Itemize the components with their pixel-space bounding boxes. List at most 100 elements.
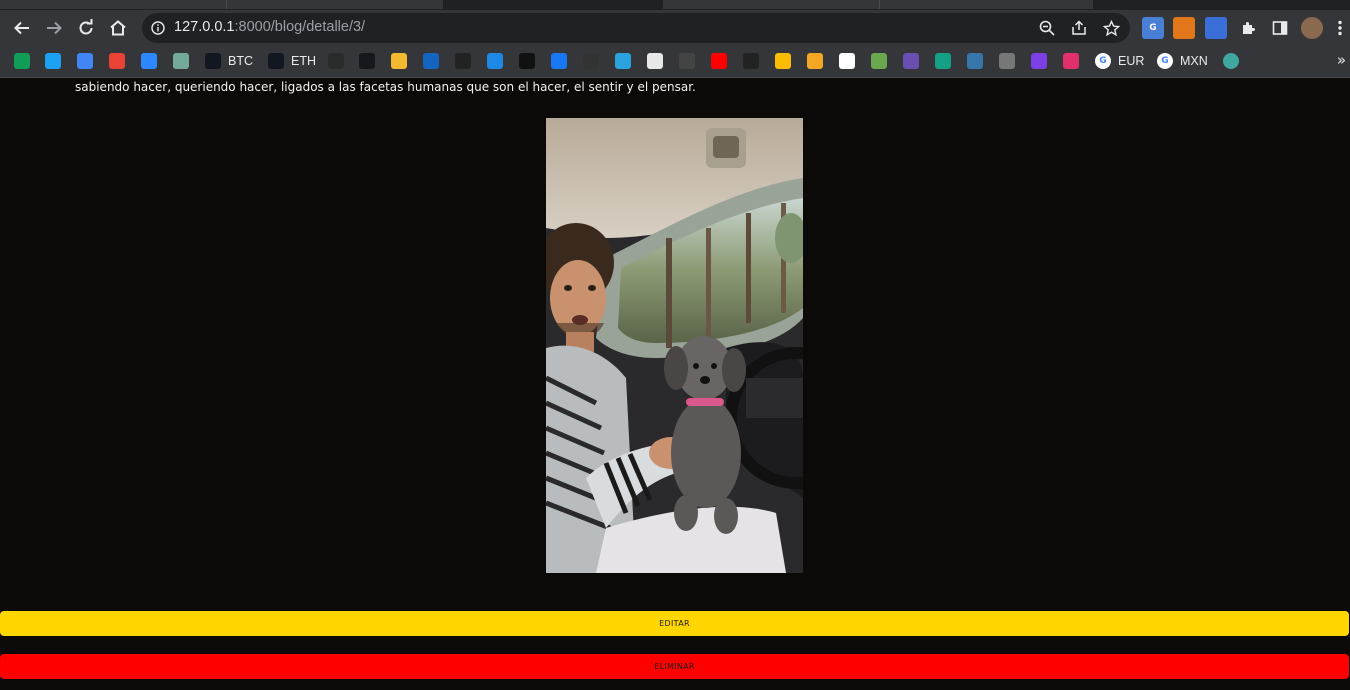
metamask-extension-icon[interactable] [1173, 17, 1195, 39]
zoom-icon[interactable] [1037, 18, 1057, 38]
bookmark-item[interactable] [807, 52, 823, 70]
bookmark-item[interactable] [1031, 52, 1047, 70]
python-icon [967, 53, 983, 69]
bookmark-item[interactable] [328, 52, 344, 70]
google-icon: G [1157, 53, 1173, 69]
delete-button[interactable]: ELIMINAR [0, 654, 1349, 679]
bookmark-item[interactable] [487, 52, 503, 70]
site-info-icon[interactable] [150, 20, 166, 36]
share-icon[interactable] [1069, 18, 1089, 38]
home-button[interactable] [104, 14, 132, 42]
post-body-text: sabiendo hacer, queriendo hacer, ligados… [75, 80, 696, 94]
bookmark-item[interactable] [141, 52, 157, 70]
bookmark-item[interactable] [999, 52, 1015, 70]
translate-icon [77, 53, 93, 69]
bookmark-item[interactable] [967, 52, 983, 70]
bookmark-label: MXN [1180, 54, 1208, 68]
bookmark-item[interactable] [14, 52, 30, 70]
messenger-icon [141, 53, 157, 69]
bookmark-item[interactable] [839, 52, 855, 70]
google-icon: G [1095, 53, 1111, 69]
reload-icon [79, 19, 93, 35]
bookmark-item[interactable] [45, 52, 61, 70]
app-icon [647, 53, 663, 69]
bookmark-star-icon[interactable] [1101, 18, 1121, 38]
tab[interactable] [0, 0, 443, 9]
app-icon [679, 53, 695, 69]
tab[interactable] [663, 0, 1093, 9]
youtube-icon [711, 53, 727, 69]
bookmark-item[interactable] [423, 52, 439, 70]
bookmark-item[interactable] [455, 52, 471, 70]
post-image [546, 118, 803, 573]
bookmark-item[interactable] [391, 52, 407, 70]
bookmark-item[interactable] [679, 52, 695, 70]
forward-button[interactable] [40, 14, 68, 42]
q-icon [423, 53, 439, 69]
bookmark-label: EUR [1118, 54, 1145, 68]
bookmark-item[interactable] [551, 52, 567, 70]
bookmark-item[interactable]: BTC [205, 52, 253, 70]
app-icon [455, 53, 471, 69]
binance-icon [391, 53, 407, 69]
tradingview-icon [205, 53, 221, 69]
bookmark-item[interactable] [903, 52, 919, 70]
bookmark-item[interactable] [1223, 52, 1239, 70]
profile-avatar[interactable] [1301, 17, 1323, 39]
tab-separator [226, 0, 227, 9]
bookmark-label: ETH [291, 54, 316, 68]
dot-icon [1223, 53, 1239, 69]
bookmark-item[interactable] [743, 52, 759, 70]
url-text[interactable]: 127.0.0.1:8000/blog/detalle/3/ [174, 19, 365, 35]
back-button[interactable] [8, 14, 36, 42]
side-panel-icon[interactable] [1269, 17, 1291, 39]
sheets-icon [14, 53, 30, 69]
bookmark-item[interactable] [173, 52, 189, 70]
menu-kebab-icon[interactable] [1333, 17, 1347, 39]
investing-icon [583, 53, 599, 69]
extension-icon[interactable] [1205, 17, 1227, 39]
back-arrow-icon [14, 21, 29, 35]
url-host: 127.0.0.1 [174, 19, 235, 35]
more-bookmarks-icon[interactable]: » [1337, 51, 1346, 69]
bookmark-item[interactable]: G EUR [1095, 52, 1144, 70]
globe-icon [999, 53, 1015, 69]
tab-strip [0, 0, 1350, 10]
app-icon [328, 53, 344, 69]
bookmark-item[interactable] [647, 52, 663, 70]
bookmark-item[interactable] [583, 52, 599, 70]
bookmark-item[interactable] [109, 52, 125, 70]
bookmark-item[interactable] [711, 52, 727, 70]
infinity-icon [807, 53, 823, 69]
u-icon [1031, 53, 1047, 69]
bookmark-item[interactable] [615, 52, 631, 70]
address-bar[interactable]: 127.0.0.1:8000/blog/detalle/3/ [142, 13, 1130, 43]
x-icon [903, 53, 919, 69]
bookmark-item[interactable] [871, 52, 887, 70]
bookmark-item[interactable]: ETH [268, 52, 316, 70]
bookmark-item[interactable]: G MXN [1157, 52, 1208, 70]
telegram-icon [615, 53, 631, 69]
url-path: :8000/blog/detalle/3/ [234, 19, 366, 35]
bookmark-item[interactable] [935, 52, 951, 70]
edit-button[interactable]: EDITAR [0, 611, 1349, 636]
github-icon [839, 53, 855, 69]
puzzle-extensions-icon[interactable] [1237, 17, 1259, 39]
translate-extension-icon[interactable]: G [1142, 17, 1164, 39]
forward-arrow-icon [47, 21, 62, 35]
drive-icon [775, 53, 791, 69]
chart-icon [487, 53, 503, 69]
bookmark-item[interactable] [1063, 52, 1079, 70]
bookmark-label: BTC [228, 54, 253, 68]
bookmark-item[interactable] [359, 52, 375, 70]
app-icon [519, 53, 535, 69]
gmail-icon [109, 53, 125, 69]
home-icon [110, 20, 126, 36]
coder-icon [743, 53, 759, 69]
bookmark-item[interactable] [775, 52, 791, 70]
bookmark-item[interactable] [77, 52, 93, 70]
reload-button[interactable] [72, 14, 100, 42]
bookmark-item[interactable] [519, 52, 535, 70]
frog-icon [871, 53, 887, 69]
page-content: sabiendo hacer, queriendo hacer, ligados… [0, 78, 1350, 690]
